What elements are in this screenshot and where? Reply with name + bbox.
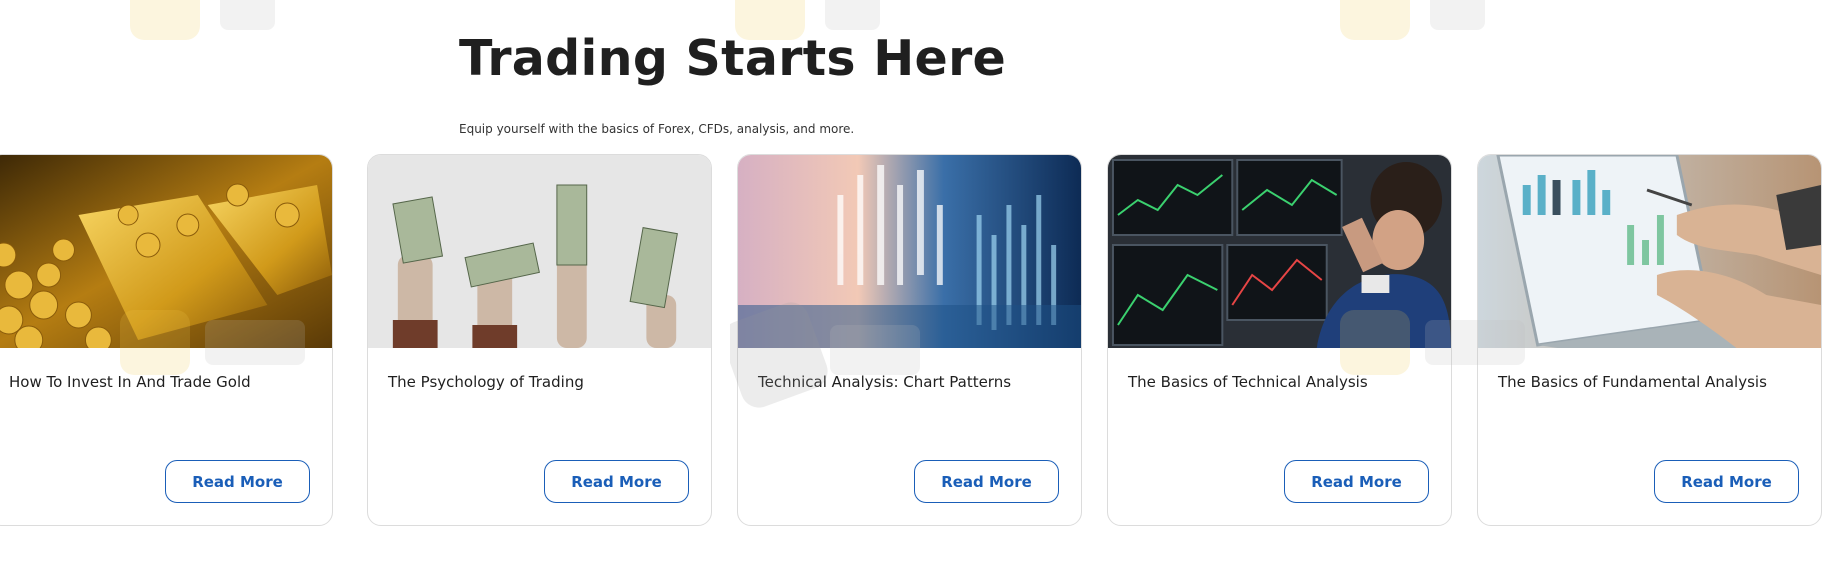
- card-title: How To Invest In And Trade Gold: [9, 373, 251, 391]
- read-more-button[interactable]: Read More: [165, 460, 310, 503]
- page: Trading Starts Here Equip yourself with …: [0, 0, 1823, 562]
- chart-candles-image: [738, 155, 1081, 348]
- watermark-logo-icon: [1340, 0, 1485, 40]
- read-more-button[interactable]: Read More: [1654, 460, 1799, 503]
- watermark-logo-icon: [130, 0, 275, 40]
- page-title: Trading Starts Here: [459, 30, 1007, 87]
- laptop-analysis-image: [1478, 155, 1821, 348]
- read-more-button[interactable]: Read More: [1284, 460, 1429, 503]
- read-more-button[interactable]: Read More: [544, 460, 689, 503]
- article-card[interactable]: The Basics of Technical Analysis Read Mo…: [1107, 154, 1452, 526]
- article-card[interactable]: How To Invest In And Trade Gold Read Mor…: [0, 154, 333, 526]
- card-title: The Psychology of Trading: [388, 373, 584, 391]
- hands-holding-dollars-image: [368, 155, 711, 348]
- card-title: Technical Analysis: Chart Patterns: [758, 373, 1012, 391]
- article-card[interactable]: The Basics of Fundamental Analysis Read …: [1477, 154, 1822, 526]
- card-title: The Basics of Technical Analysis: [1128, 373, 1368, 391]
- article-card[interactable]: Technical Analysis: Chart Patterns Read …: [737, 154, 1082, 526]
- card-title: The Basics of Fundamental Analysis: [1498, 373, 1767, 391]
- page-subtitle: Equip yourself with the basics of Forex,…: [459, 122, 855, 136]
- read-more-button[interactable]: Read More: [914, 460, 1059, 503]
- trader-monitors-image: [1108, 155, 1451, 348]
- gold-bars-image: [0, 155, 332, 348]
- article-card-list: How To Invest In And Trade Gold Read Mor…: [0, 154, 1823, 528]
- article-card[interactable]: The Psychology of Trading Read More: [367, 154, 712, 526]
